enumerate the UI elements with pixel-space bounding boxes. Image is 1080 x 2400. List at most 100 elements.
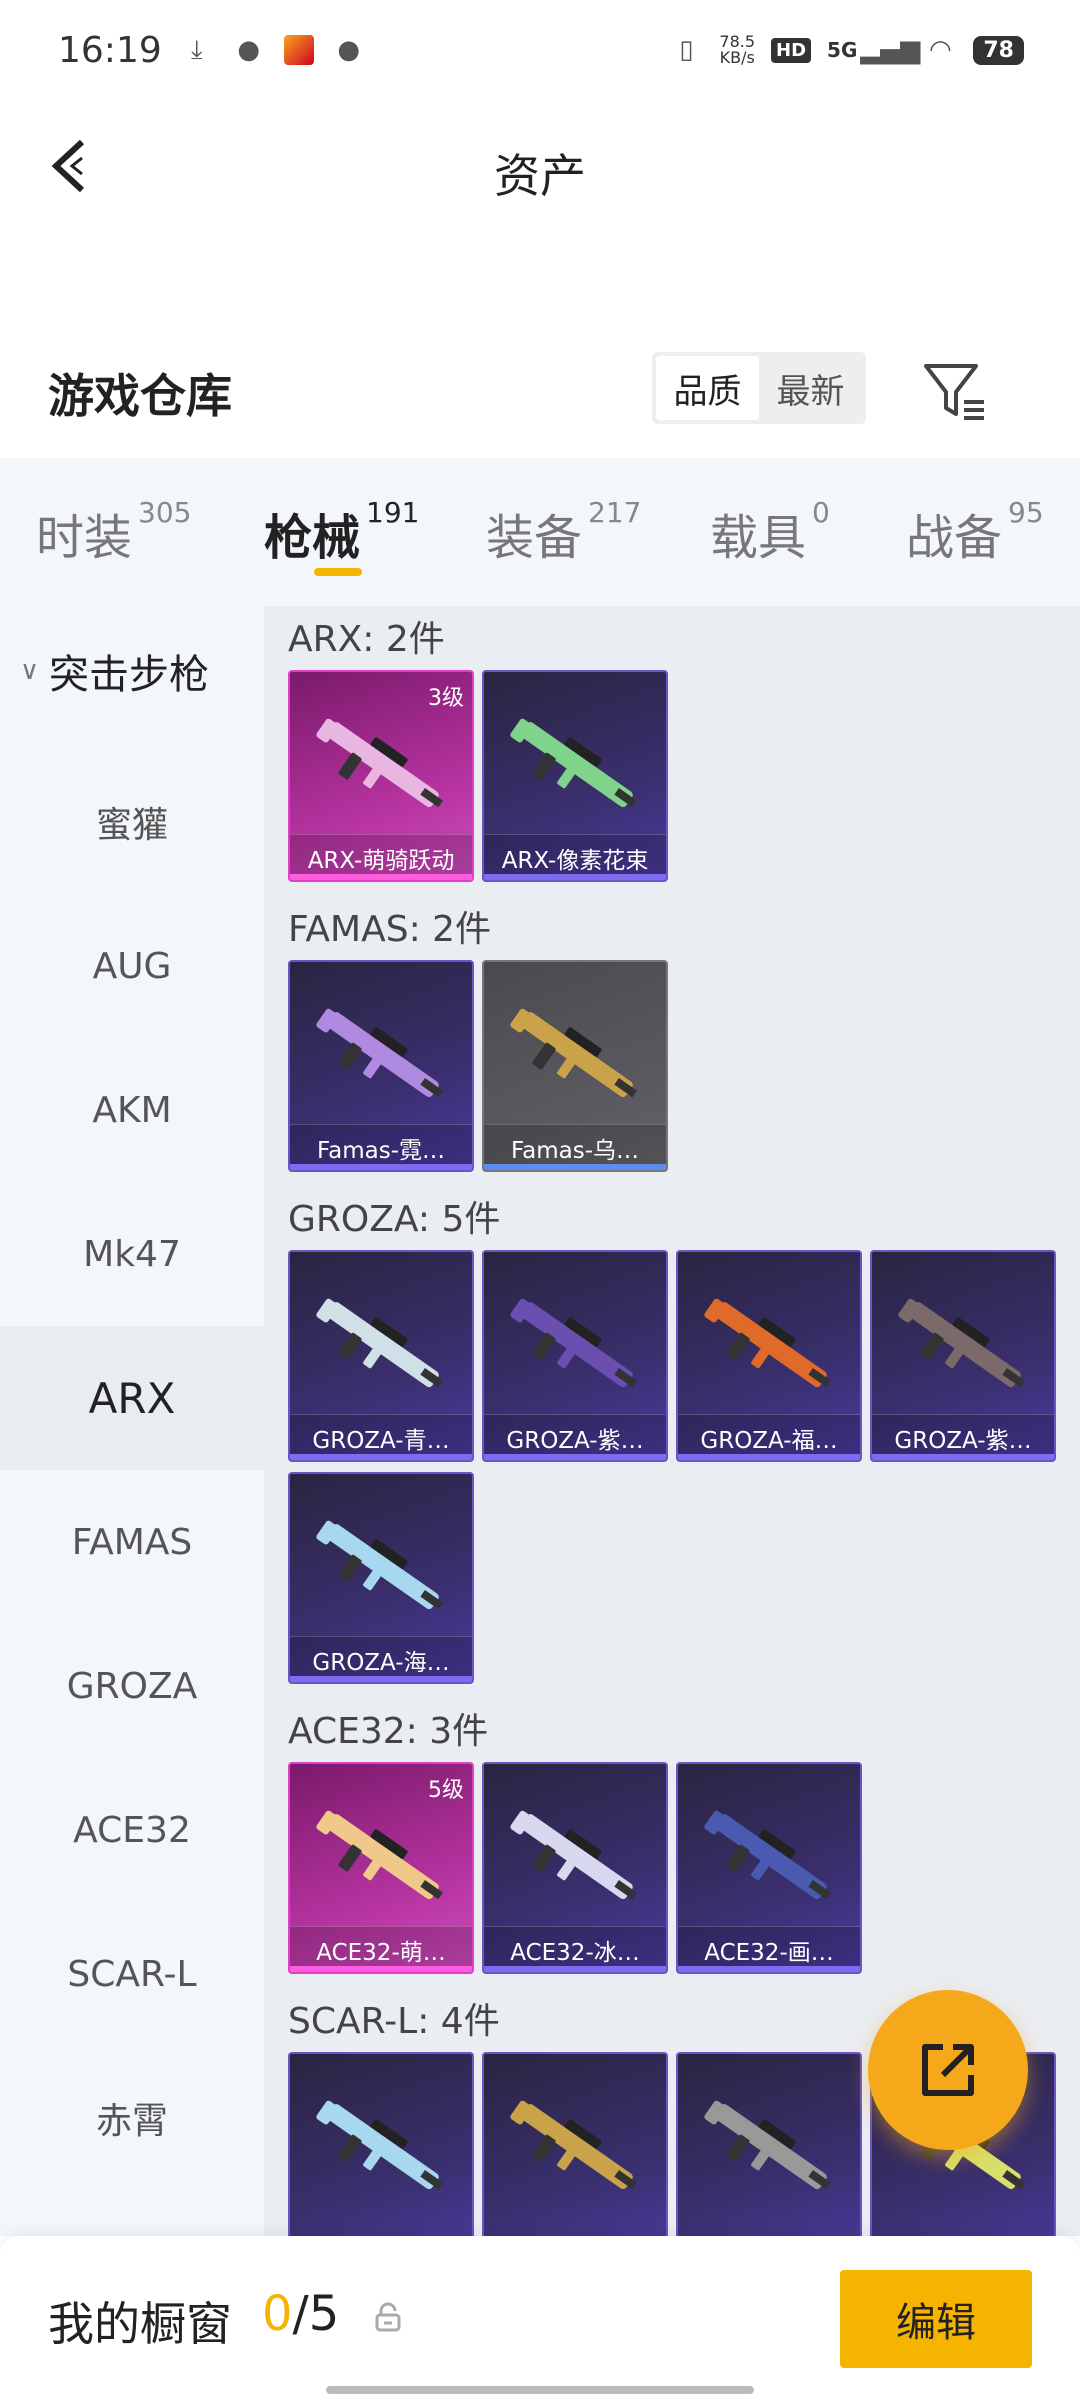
app-notification-icon (283, 35, 314, 65)
tab-vehicles[interactable]: 载具 0 (710, 496, 830, 568)
rifle-icon (510, 2100, 637, 2190)
skin-card[interactable] (482, 2052, 668, 2236)
app-header: 资产 (0, 100, 1080, 240)
lock-icon (375, 2302, 401, 2332)
rifle-icon (316, 1520, 443, 1610)
rifle-icon (704, 2100, 831, 2190)
rarity-bar (484, 1454, 666, 1460)
share-button[interactable] (868, 1990, 1028, 2150)
sidebar-item-aug[interactable]: AUG (0, 894, 264, 1038)
rarity-bar (290, 1454, 472, 1460)
rarity-bar (290, 874, 472, 880)
category-tabs: 时装 305 枪械 191 装备 217 载具 0 战备 95 (0, 458, 1080, 606)
tab-label: 装备 (486, 510, 583, 566)
sidebar-item-ace32[interactable]: ACE32 (0, 1758, 264, 1902)
share-icon (922, 2044, 974, 2096)
skin-level: 5级 (428, 1778, 464, 1803)
skin-card[interactable]: GROZA-紫… (482, 1250, 668, 1462)
sidebar-category-header[interactable]: ∨ 突击步枪 (0, 636, 264, 706)
battery-icon: 78 (973, 35, 1024, 65)
message-icon: ● (337, 35, 361, 65)
network-type: 5G (827, 38, 858, 62)
skin-card[interactable]: GROZA-海… (288, 1472, 474, 1684)
status-bar: 16:19 ⤓ ● ● ▯ 78.5 KB/s HD 5G ▂▄▆ ◠ 78 (0, 0, 1080, 100)
group-title: ACE32: 3件 (288, 1711, 489, 1752)
skin-card[interactable]: Famas-霓… (288, 960, 474, 1172)
rifle-icon (510, 1008, 637, 1098)
home-indicator[interactable] (326, 2386, 754, 2394)
sidebar-item-mk47[interactable]: Mk47 (0, 1182, 264, 1326)
tab-label: 战备 (906, 510, 1003, 566)
sidebar-item-akm[interactable]: AKM (0, 1038, 264, 1182)
vibrate-icon: ▯ (679, 35, 694, 65)
skin-card[interactable]: ACE32-冰… (482, 1762, 668, 1974)
group-title: FAMAS: 2件 (288, 909, 492, 950)
skin-card[interactable]: 3级 ARX-萌骑跃动 (288, 670, 474, 882)
tab-weapons[interactable]: 枪械 191 (264, 496, 420, 568)
rifle-icon (510, 1298, 637, 1388)
tab-count: 95 (1008, 496, 1044, 529)
edit-button[interactable]: 编辑 (840, 2270, 1032, 2368)
sidebar-item-arx[interactable]: ARX (0, 1326, 264, 1470)
sidebar-item-groza[interactable]: GROZA (0, 1614, 264, 1758)
status-time: 16:19 (58, 29, 162, 71)
warehouse-title: 游戏仓库 (48, 369, 232, 423)
chevron-down-icon: ∨ (20, 656, 40, 686)
download-icon: ⤓ (191, 34, 203, 65)
rifle-icon (704, 1810, 831, 1900)
tab-label: 时装 (36, 510, 133, 566)
skin-card[interactable]: GROZA-福… (676, 1250, 862, 1462)
showcase-count: 0/5 (262, 2286, 339, 2342)
sidebar-category-label: 突击步枪 (49, 652, 210, 698)
rifle-icon (510, 1810, 637, 1900)
skin-card[interactable]: GROZA-青… (288, 1250, 474, 1462)
tab-supplies[interactable]: 战备 95 (906, 496, 1044, 568)
rarity-bar (484, 874, 666, 880)
sidebar-item-honey-badger[interactable]: 蜜獾 (0, 750, 264, 894)
skin-card[interactable]: 5级 ACE32-萌… (288, 1762, 474, 1974)
skin-card[interactable] (288, 2052, 474, 2236)
rarity-bar (290, 1164, 472, 1170)
network-speed-unit: KB/s (719, 48, 755, 67)
sort-newest-button[interactable]: 最新 (759, 356, 862, 420)
tab-count: 217 (588, 496, 642, 529)
skin-card[interactable]: Famas-乌… (482, 960, 668, 1172)
rarity-bar (872, 1454, 1054, 1460)
sidebar-item-scar-l[interactable]: SCAR-L (0, 1902, 264, 2046)
skin-level: 3级 (428, 686, 464, 711)
skin-card[interactable] (676, 2052, 862, 2236)
showcase-label: 我的橱窗 (48, 2297, 232, 2351)
wifi-icon: ◠ (929, 35, 952, 65)
sidebar-item-famas[interactable]: FAMAS (0, 1470, 264, 1614)
rifle-icon (510, 718, 637, 808)
warehouse-section: 游戏仓库 品质 最新 (0, 330, 1080, 450)
rifle-icon (316, 1008, 443, 1098)
group-title: ARX: 2件 (288, 619, 445, 660)
rifle-icon (704, 1298, 831, 1388)
group-title: SCAR-L: 4件 (288, 2001, 500, 2042)
tab-count: 305 (138, 496, 192, 529)
rarity-bar (678, 1454, 860, 1460)
active-tab-indicator (314, 568, 362, 576)
tab-count: 191 (366, 496, 420, 529)
network-speed: 78.5 KB/s (719, 34, 755, 66)
skin-card[interactable]: ACE32-画… (676, 1762, 862, 1974)
tab-label: 枪械 (264, 510, 361, 566)
signal-icon: ▂▄▆ (860, 35, 921, 65)
sort-quality-button[interactable]: 品质 (656, 356, 759, 420)
weapon-sidebar: ∨ 突击步枪 蜜獾 AUG AKM Mk47 ARX FAMAS GROZA A… (0, 606, 264, 2236)
skin-card[interactable]: ARX-像素花束 (482, 670, 668, 882)
showcase-total: /5 (292, 2286, 340, 2342)
tab-fashion[interactable]: 时装 305 (36, 496, 192, 568)
hd-icon: HD (771, 37, 812, 63)
rifle-icon (898, 1298, 1025, 1388)
filter-icon[interactable] (920, 356, 990, 426)
sidebar-item-chixiao[interactable]: 赤霄 (0, 2046, 264, 2190)
rifle-icon (316, 2100, 443, 2190)
tab-equipment[interactable]: 装备 217 (486, 496, 642, 568)
rarity-bar (484, 1164, 666, 1170)
status-right: ▯ 78.5 KB/s HD 5G ▂▄▆ ◠ 78 (669, 33, 1024, 67)
rifle-icon (316, 1810, 443, 1900)
rifle-icon (316, 718, 443, 808)
skin-card[interactable]: GROZA-紫… (870, 1250, 1056, 1462)
